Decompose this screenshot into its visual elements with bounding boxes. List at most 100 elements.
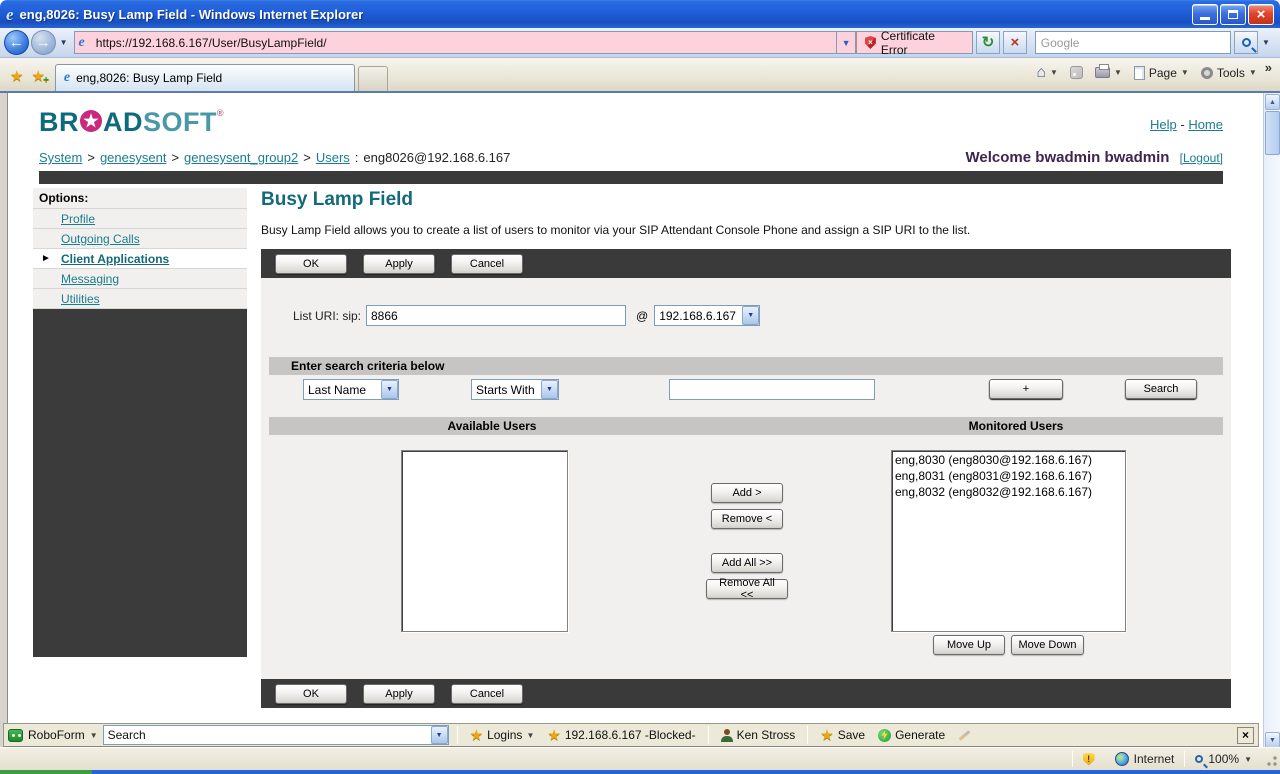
new-tab-stub[interactable] [358, 66, 388, 91]
identity-button[interactable]: Ken Stross [717, 727, 800, 743]
print-button[interactable]: ▼ [1091, 65, 1126, 80]
sidebar-item-messaging[interactable]: Messaging [33, 269, 247, 289]
browser-viewport: BR AD SOFT ® Help - Home System> genesys… [0, 91, 1280, 747]
tools-menu-button[interactable]: Tools▼ [1197, 64, 1261, 82]
logins-button[interactable]: ★ Logins ▼ [466, 727, 539, 744]
refresh-button[interactable]: ↻ [976, 31, 1000, 54]
cancel-button-bottom[interactable]: Cancel [451, 684, 523, 704]
save-star-icon: ★ [820, 728, 833, 743]
search-button[interactable]: Search [1125, 379, 1197, 399]
web-search-button[interactable] [1234, 31, 1258, 54]
vertical-scrollbar[interactable]: ▲ ▼ [1263, 93, 1280, 749]
back-icon: ← [9, 34, 24, 51]
site-passcard-button[interactable]: ★ 192.168.6.167 -Blocked- [543, 727, 699, 744]
address-page-icon: e [79, 36, 85, 50]
add-criteria-button[interactable]: + [989, 379, 1063, 399]
recent-pages-dropdown-icon[interactable]: ▼ [60, 38, 68, 47]
home-dropdown-icon: ▼ [1050, 68, 1058, 77]
title-bar: e eng,8026: Busy Lamp Field - Windows In… [0, 0, 1280, 28]
breadcrumb-system[interactable]: System [39, 150, 82, 165]
address-dropdown-button[interactable]: ▼ [837, 31, 856, 54]
minimize-button[interactable] [1192, 4, 1218, 25]
security-report-pane[interactable]: ! [1073, 753, 1105, 766]
scrollbar-up-button[interactable]: ▲ [1265, 94, 1280, 110]
restore-button[interactable] [1220, 4, 1246, 25]
ok-button-top[interactable]: OK [275, 254, 347, 274]
generate-button[interactable]: Generate [874, 727, 949, 743]
page-menu-button[interactable]: Page▼ [1130, 64, 1193, 82]
users-columns-header: Available Users Monitored Users [269, 417, 1223, 435]
favorites-star-icon[interactable]: ★ [10, 69, 23, 84]
ok-button-bottom[interactable]: OK [275, 684, 347, 704]
scrollbar-thumb[interactable] [1265, 111, 1280, 155]
site-star-icon: ★ [547, 728, 560, 743]
breadcrumb-users[interactable]: Users [316, 150, 350, 165]
page-description: Busy Lamp Field allows you to create a l… [261, 223, 1221, 237]
home-button[interactable]: ⌂▼ [1032, 63, 1062, 83]
logo-flower-icon [80, 110, 102, 132]
feeds-button[interactable] [1066, 64, 1087, 81]
domain-select[interactable]: 192.168.6.167 ▼ [654, 305, 760, 326]
more-toolbar-chevron[interactable]: » [1265, 60, 1272, 85]
remove-all-button[interactable]: Remove All << [706, 579, 788, 599]
save-button[interactable]: ★ Save [816, 727, 869, 744]
monitored-users-listbox[interactable]: eng,8030 (eng8030@192.168.6.167) eng,803… [891, 450, 1126, 632]
page-content: BR AD SOFT ® Help - Home System> genesys… [9, 93, 1263, 749]
tab-busy-lamp-field[interactable]: e eng,8026: Busy Lamp Field [55, 64, 355, 91]
certificate-shield-icon: × [865, 36, 876, 49]
search-condition-select[interactable]: Starts With ▼ [471, 379, 559, 400]
web-search-input[interactable] [1035, 31, 1231, 54]
scrollbar-down-icon: ▼ [1269, 737, 1276, 744]
welcome-text: Welcome bwadmin bwadmin [Logout] [966, 149, 1223, 166]
sidebar-item-outgoing-calls[interactable]: Outgoing Calls [33, 229, 247, 249]
stop-icon: × [1010, 35, 1019, 50]
roboform-search-dropdown-icon[interactable]: ▼ [431, 726, 448, 744]
roboform-menu-button[interactable]: RoboForm [28, 728, 85, 742]
logout-link[interactable]: [Logout] [1180, 151, 1223, 165]
field-select-arrow-icon[interactable]: ▼ [381, 380, 398, 399]
roboform-dropdown-icon[interactable]: ▼ [90, 731, 98, 740]
search-field-select[interactable]: Last Name ▼ [303, 379, 399, 400]
move-down-button[interactable]: Move Down [1011, 635, 1084, 655]
resize-grip[interactable] [1262, 751, 1278, 767]
stop-button[interactable]: × [1003, 31, 1027, 54]
breadcrumb-genesysent[interactable]: genesysent [100, 150, 167, 165]
list-uri-input[interactable] [366, 305, 626, 326]
forward-button[interactable]: → [31, 30, 56, 55]
back-button[interactable]: ← [4, 30, 29, 55]
help-link[interactable]: Help [1150, 117, 1177, 132]
apply-button-bottom[interactable]: Apply [363, 684, 435, 704]
certificate-error-badge[interactable]: × Certificate Error [856, 31, 973, 54]
monitored-user-item[interactable]: eng,8031 (eng8031@192.168.6.167) [895, 468, 1122, 484]
scrollbar-down-button[interactable]: ▼ [1265, 732, 1280, 748]
generate-bolt-icon [878, 729, 891, 742]
add-button[interactable]: Add > [711, 483, 783, 503]
address-bar-row: ← → ▼ e https://192.168.6.167/User/BusyL… [0, 28, 1280, 58]
search-options-dropdown-icon[interactable]: ▼ [1262, 38, 1270, 47]
roboform-search-combo[interactable]: Search ▼ [103, 725, 449, 745]
breadcrumb-group[interactable]: genesysent_group2 [184, 150, 298, 165]
search-value-input[interactable] [669, 379, 875, 400]
domain-select-arrow-icon[interactable]: ▼ [742, 306, 759, 325]
ie-icon: e [6, 6, 14, 23]
cancel-button-top[interactable]: Cancel [451, 254, 523, 274]
available-users-listbox[interactable] [401, 450, 568, 632]
close-button[interactable]: × [1248, 4, 1274, 25]
move-up-button[interactable]: Move Up [933, 635, 1005, 655]
monitored-user-item[interactable]: eng,8030 (eng8030@192.168.6.167) [895, 452, 1122, 468]
condition-select-arrow-icon[interactable]: ▼ [541, 380, 558, 399]
remove-button[interactable]: Remove < [711, 509, 783, 529]
add-favorite-icon[interactable]: ★+ [31, 69, 44, 84]
sidebar-item-client-applications[interactable]: ►Client Applications [33, 249, 247, 269]
add-all-button[interactable]: Add All >> [711, 553, 783, 573]
tools-icon [1201, 67, 1213, 79]
apply-button-top[interactable]: Apply [363, 254, 435, 274]
zoom-control[interactable]: 100% ▼ [1185, 752, 1262, 766]
identity-person-icon [721, 729, 733, 742]
address-input[interactable]: e https://192.168.6.167/User/BusyLampFie… [74, 31, 838, 54]
sidebar-item-profile[interactable]: Profile [33, 209, 247, 229]
sidebar-item-utilities[interactable]: Utilities [33, 289, 247, 309]
monitored-user-item[interactable]: eng,8032 (eng8032@192.168.6.167) [895, 484, 1122, 500]
roboform-close-button[interactable]: × [1237, 727, 1254, 744]
home-link[interactable]: Home [1188, 117, 1223, 132]
